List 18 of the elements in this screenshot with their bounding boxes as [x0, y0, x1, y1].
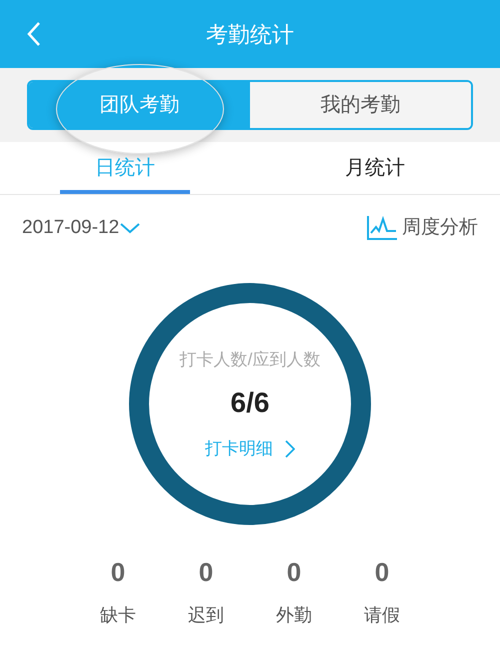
chevron-right-icon	[285, 440, 295, 458]
date-picker[interactable]: 2017-09-12	[22, 214, 142, 242]
chevron-down-icon	[119, 221, 142, 235]
ring-caption: 打卡人数/应到人数	[180, 348, 320, 370]
stat-label: 迟到	[188, 604, 224, 627]
stat-value: 0	[286, 556, 302, 589]
stat-value: 0	[198, 556, 214, 589]
screen-title: 考勤统计	[206, 20, 294, 48]
stat-label: 外勤	[276, 604, 312, 627]
tab[interactable]: 月统计	[250, 142, 500, 194]
stat-value: 0	[374, 556, 390, 589]
weekly-analysis-link[interactable]: 周度分析	[366, 214, 478, 242]
back-icon	[27, 21, 41, 47]
line-chart-icon	[366, 215, 398, 241]
stat-value: 0	[110, 556, 126, 589]
stat-label: 请假	[364, 604, 400, 627]
stat-label: 缺卡	[100, 604, 136, 627]
attendance-count: 6/6	[230, 386, 270, 420]
